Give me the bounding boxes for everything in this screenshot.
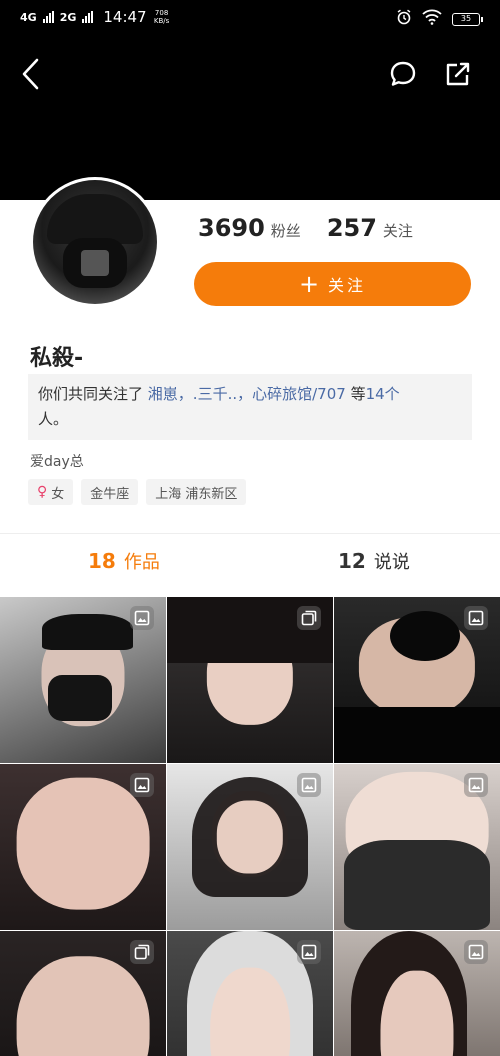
mutual-suffix-pre: 等 — [350, 385, 366, 403]
zodiac-tag: 金牛座 — [81, 479, 139, 505]
avatar-image — [33, 180, 157, 304]
gender-tag: ♀ 女 — [28, 479, 74, 505]
photo-icon — [464, 773, 488, 797]
chevron-left-icon — [22, 58, 39, 90]
battery-icon: 35 — [452, 12, 483, 26]
photo-icon — [464, 940, 488, 964]
thumb-mask — [334, 707, 500, 763]
follow-button-label: 关注 — [328, 276, 367, 295]
multi-image-icon — [297, 606, 321, 630]
network-speed: 708 KB/s — [153, 9, 170, 25]
thumb-skull-mask — [344, 840, 490, 930]
share-icon — [446, 62, 470, 86]
alarm-icon — [396, 9, 412, 29]
thumb-mask — [48, 675, 112, 721]
photo-icon — [297, 773, 321, 797]
location-tag: 上海 浦东新区 — [146, 479, 247, 505]
mutual-follows-box[interactable]: 你们共同关注了 湘崽，.三千..，心碎旅馆/707 等14个 人。 — [28, 374, 472, 440]
tab-posts[interactable]: 12 说说 — [338, 548, 410, 574]
photo-icon — [297, 940, 321, 964]
tab-works[interactable]: 18 作品 — [88, 548, 160, 574]
female-icon: ♀ — [37, 484, 48, 500]
following-count[interactable]: 257 — [327, 214, 377, 242]
network-type: 4G — [20, 10, 37, 24]
section-divider — [0, 533, 500, 534]
photo-icon — [464, 606, 488, 630]
bio-text: 爱day总 — [30, 454, 84, 470]
mutual-count[interactable]: 14个 — [366, 385, 400, 403]
message-button[interactable] — [385, 56, 421, 92]
grid-item[interactable] — [167, 764, 333, 930]
profile-tags: ♀ 女 金牛座 上海 浦东新区 — [28, 479, 247, 505]
thumb-image — [16, 777, 150, 911]
photo-icon — [130, 606, 154, 630]
mutual-names[interactable]: 湘崽，.三千..，心碎旅馆/707 — [148, 385, 346, 403]
posts-label: 说说 — [373, 552, 410, 573]
clock: 14:47 — [103, 8, 147, 26]
works-grid — [0, 597, 500, 1056]
signal-icon — [42, 11, 54, 23]
grid-item[interactable] — [334, 764, 500, 930]
nickname: 私殺- — [30, 346, 84, 371]
follow-button[interactable]: + 关注 — [194, 262, 471, 306]
fans-label[interactable]: 粉丝 — [271, 220, 301, 241]
multi-image-icon — [130, 940, 154, 964]
posts-count: 12 — [338, 549, 366, 573]
thumb-hat — [41, 613, 133, 651]
status-bar: 4G 2G 14:47 708 KB/s 35 — [0, 0, 500, 36]
plus-icon: + — [298, 270, 323, 298]
grid-item[interactable] — [167, 597, 333, 763]
fans-count[interactable]: 3690 — [198, 214, 265, 242]
thumb-image — [16, 955, 150, 1056]
thumb-image — [216, 800, 284, 874]
chat-bubble-icon — [390, 61, 416, 86]
mutual-prefix: 你们共同关注了 — [38, 385, 144, 403]
network-type-2: 2G — [59, 10, 77, 24]
share-button[interactable] — [440, 56, 476, 92]
grid-item[interactable] — [334, 597, 500, 763]
photo-icon — [130, 773, 154, 797]
grid-item[interactable] — [334, 931, 500, 1056]
content-tabs: 18 作品 12 说说 — [0, 548, 500, 588]
grid-item[interactable] — [0, 597, 166, 763]
grid-item[interactable] — [0, 931, 166, 1056]
thumb-sunglasses — [390, 611, 460, 661]
avatar[interactable] — [30, 177, 160, 307]
works-label: 作品 — [123, 552, 160, 573]
following-label[interactable]: 关注 — [383, 220, 413, 241]
wifi-icon — [422, 9, 442, 29]
mutual-suffix: 人。 — [38, 410, 69, 428]
signal-icon-2 — [82, 11, 94, 23]
profile-stats: 3690 粉丝 257 关注 — [198, 214, 439, 242]
works-count: 18 — [88, 549, 116, 573]
grid-item[interactable] — [0, 764, 166, 930]
back-button[interactable] — [12, 56, 48, 92]
gender-label: 女 — [51, 486, 65, 502]
grid-item[interactable] — [167, 931, 333, 1056]
